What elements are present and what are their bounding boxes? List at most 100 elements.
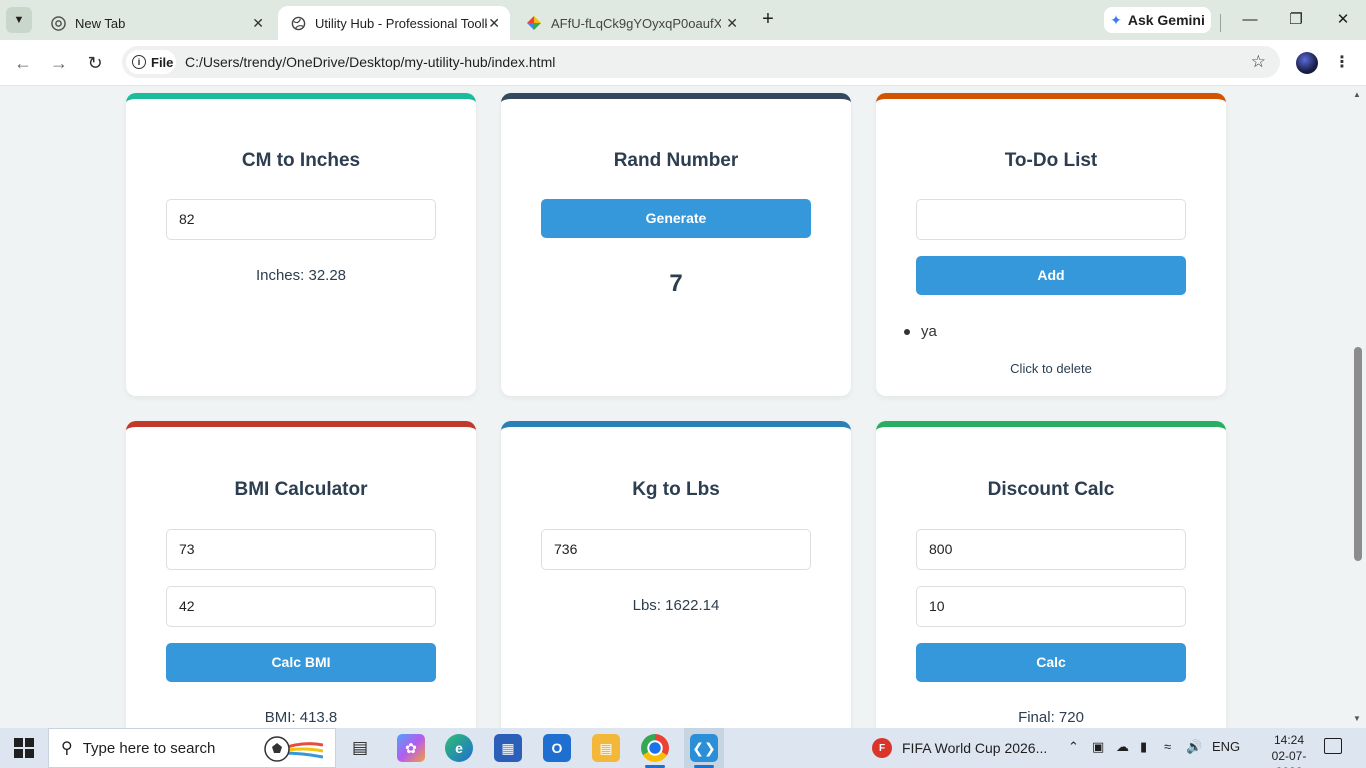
random-number-value: 7 [669, 270, 683, 297]
card-title: Rand Number [613, 150, 739, 171]
todo-input[interactable] [916, 199, 1186, 240]
football-icon [264, 736, 323, 762]
todo-list-item[interactable]: ya [904, 323, 937, 340]
file-explorer-icon[interactable]: ▤ [592, 734, 620, 762]
site-info-chip[interactable]: i File [126, 50, 176, 74]
card-todo-list: To-Do List Add ya Click to delete [876, 93, 1226, 396]
reload-button[interactable]: ↻ [84, 52, 106, 74]
tab-title: Utility Hub - Professional Toolkit [315, 15, 487, 31]
restore-button[interactable]: ❐ [1284, 8, 1308, 32]
chrome-taskbar-icon[interactable] [641, 734, 669, 762]
wifi-icon[interactable]: ≈ [1164, 739, 1171, 754]
vscode-icon[interactable]: ❮❯ [690, 734, 718, 762]
tab-search-button[interactable]: ▼ [6, 7, 32, 33]
windows-taskbar: ⚲ Type here to search ▤ ✿ e ▦ O ▤ ❮❯ F F… [0, 728, 1366, 768]
copilot-icon[interactable]: ✿ [397, 734, 425, 762]
inches-result: Inches: 32.28 [255, 267, 347, 284]
ask-gemini-button[interactable]: ✦ Ask Gemini [1104, 7, 1211, 33]
card-bmi-calculator: BMI Calculator 73 42 Calc BMI BMI: 413.8 [126, 421, 476, 728]
tab-title: AFfU-fLqCk9gYOyxqP0oaufXXi7 [551, 15, 721, 31]
scroll-up-arrow-icon[interactable]: ▲ [1353, 90, 1361, 99]
taskbar-search-box[interactable]: ⚲ Type here to search [48, 728, 336, 768]
card-cm-to-inches: CM to Inches 82 Inches: 32.28 [126, 93, 476, 396]
task-view-icon[interactable]: ▤ [346, 734, 374, 762]
windows-start-icon[interactable] [14, 738, 34, 758]
calc-bmi-button[interactable]: Calc BMI [166, 643, 436, 682]
google-photos-icon [526, 15, 542, 31]
cm-input[interactable]: 82 [166, 199, 436, 240]
chevron-up-icon[interactable]: ⌃ [1068, 739, 1079, 755]
close-window-button[interactable]: ✕ [1331, 8, 1355, 32]
card-discount-calc: Discount Calc 800 10 Calc Final: 720 [876, 421, 1226, 728]
tab-utility-hub[interactable]: Utility Hub - Professional Toolkit ✕ [278, 6, 510, 40]
card-kg-to-lbs: Kg to Lbs 736 Lbs: 1622.14 [501, 421, 851, 728]
back-button[interactable]: ← [12, 52, 34, 74]
edge-icon[interactable]: e [445, 734, 473, 762]
chevron-down-icon: ▼ [13, 14, 25, 26]
bmi-height-input[interactable]: 42 [166, 586, 436, 627]
discount-result: Final: 720 [1018, 709, 1084, 726]
bullet-icon [904, 328, 910, 335]
menu-kebab-icon[interactable]: ⋮ [1334, 52, 1350, 72]
card-rand-number: Rand Number Generate 7 [501, 93, 851, 396]
language-indicator[interactable]: ENG [1212, 739, 1240, 754]
calc-discount-button[interactable]: Calc [916, 643, 1186, 682]
add-todo-button[interactable]: Add [916, 256, 1186, 295]
url-text[interactable]: C:/Users/trendy/OneDrive/Desktop/my-util… [185, 54, 555, 70]
card-title: Discount Calc [987, 479, 1115, 500]
browser-tab-strip: ▼ New Tab ✕ Utility Hub - Professional T… [0, 0, 1366, 40]
site-chip-label: File [151, 54, 174, 70]
todo-item-text: ya [921, 323, 937, 340]
minimize-button[interactable]: — [1238, 8, 1262, 32]
scrollbar-thumb[interactable] [1354, 347, 1362, 561]
chrome-icon [50, 15, 66, 31]
news-headline: FIFA World Cup 2026... [902, 740, 1048, 756]
card-title: CM to Inches [241, 150, 361, 171]
kg-input[interactable]: 736 [541, 529, 811, 570]
generate-button[interactable]: Generate [541, 199, 811, 238]
close-icon[interactable]: ✕ [726, 15, 738, 32]
page-content: CM to Inches 82 Inches: 32.28 Rand Numbe… [0, 87, 1366, 728]
ask-gemini-label: Ask Gemini [1127, 12, 1205, 28]
onedrive-cloud-icon[interactable]: ☁ [1116, 739, 1129, 755]
volume-icon[interactable]: 🔊 [1186, 739, 1202, 755]
close-icon[interactable]: ✕ [252, 15, 264, 32]
card-title: Kg to Lbs [632, 479, 720, 500]
bmi-result: BMI: 413.8 [264, 709, 338, 726]
search-placeholder: Type here to search [82, 739, 216, 757]
address-bar[interactable]: i File C:/Users/trendy/OneDrive/Desktop/… [122, 46, 1280, 78]
tab-google-photos[interactable]: AFfU-fLqCk9gYOyxqP0oaufXXi7 ✕ [514, 6, 748, 40]
delete-hint: Click to delete [1010, 361, 1092, 376]
news-widget[interactable]: F FIFA World Cup 2026... [872, 737, 1047, 759]
clock-date: 02-07-2026 [1271, 749, 1307, 768]
new-tab-button[interactable]: + [756, 8, 780, 32]
tab-title: New Tab [75, 15, 126, 31]
price-input[interactable]: 800 [916, 529, 1186, 570]
forward-button[interactable]: → [48, 52, 70, 74]
lbs-result: Lbs: 1622.14 [632, 597, 720, 614]
outlook-icon[interactable]: O [543, 734, 571, 762]
microsoft-store-icon[interactable]: ▦ [494, 734, 522, 762]
reload-icon: ↻ [87, 53, 103, 73]
plus-icon: + [762, 8, 774, 30]
scroll-down-arrow-icon[interactable]: ▼ [1353, 714, 1361, 723]
taskbar-clock[interactable]: 14:24 02-07-2026 [1264, 732, 1314, 768]
battery-icon[interactable]: ▮ [1140, 739, 1147, 755]
notification-center-icon[interactable] [1324, 738, 1342, 754]
card-title: To-Do List [1004, 150, 1098, 171]
bookmark-star-icon[interactable]: ☆ [1251, 52, 1266, 72]
arrow-left-icon: ← [14, 53, 32, 73]
arrow-right-icon: → [50, 53, 68, 73]
clock-time: 14:24 [1273, 733, 1305, 747]
discount-percent-input[interactable]: 10 [916, 586, 1186, 627]
profile-avatar[interactable] [1296, 52, 1318, 74]
tab-new-tab[interactable]: New Tab ✕ [38, 6, 274, 40]
globe-icon [290, 15, 306, 31]
close-icon[interactable]: ✕ [488, 15, 500, 32]
card-title: BMI Calculator [234, 479, 368, 500]
info-icon: i [132, 55, 146, 69]
bmi-weight-input[interactable]: 73 [166, 529, 436, 570]
browser-toolbar: ← → ↻ i File C:/Users/trendy/OneDrive/De… [0, 40, 1366, 86]
meet-now-icon[interactable]: ▣ [1092, 739, 1104, 755]
search-icon: ⚲ [61, 740, 73, 757]
